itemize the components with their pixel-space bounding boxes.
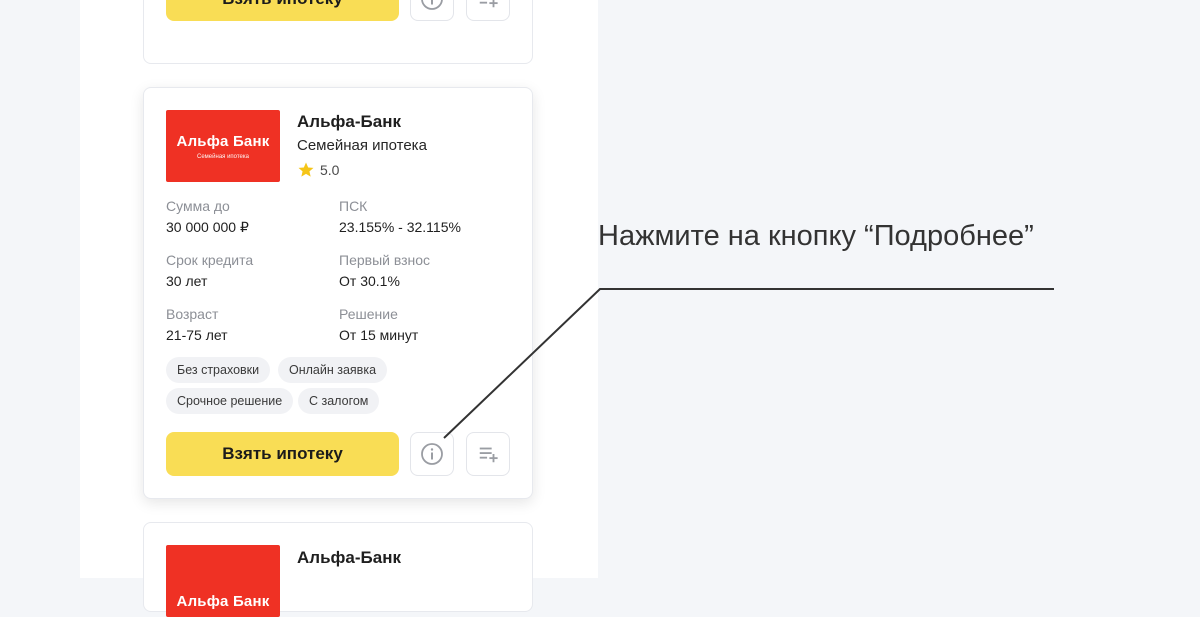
annotation-leader-line — [443, 288, 1054, 439]
logo-brand-next: Альфа Банк — [176, 592, 270, 610]
